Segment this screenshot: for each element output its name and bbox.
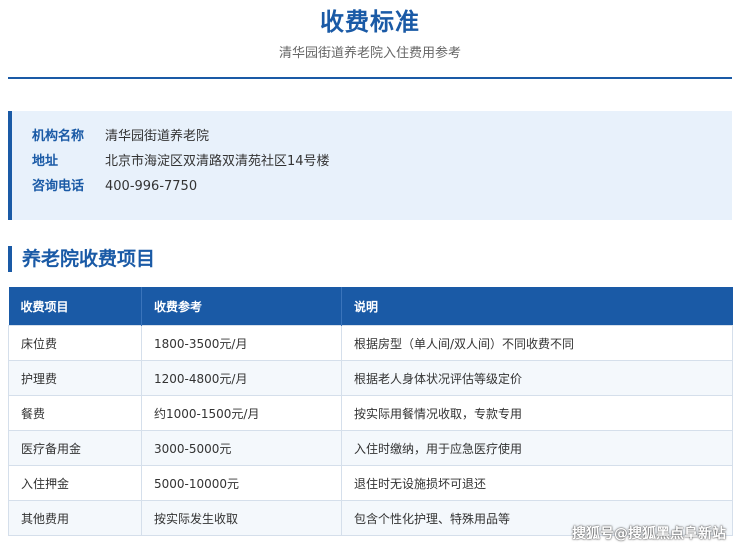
- column-header-reference: 收费参考: [141, 287, 342, 326]
- cell-note: 退住时无设施损坏可退还: [341, 465, 733, 501]
- table-header-row: 收费项目 收费参考 说明: [8, 287, 733, 326]
- cell-item: 入住押金: [8, 465, 142, 501]
- page-title: 收费标准: [320, 8, 420, 36]
- table-row: 入住押金 5000-10000元 退住时无设施损坏可退还: [8, 465, 733, 501]
- column-header-item: 收费项目: [8, 287, 142, 326]
- page-header: 收费标准 清华园街道养老院入住费用参考: [0, 0, 740, 80]
- cell-item: 餐费: [8, 395, 142, 431]
- cell-reference: 约1000-1500元/月: [141, 395, 342, 431]
- cell-note: 根据老人身体状况评估等级定价: [341, 360, 733, 396]
- cell-item: 其他费用: [8, 500, 142, 536]
- info-value-phone: 400-996-7750: [105, 179, 198, 194]
- table-row: 医疗备用金 3000-5000元 入住时缴纳，用于应急医疗使用: [8, 430, 733, 466]
- table-row: 床位费 1800-3500元/月 根据房型（单人间/双人间）不同收费不同: [8, 325, 733, 361]
- page-subtitle: 清华园街道养老院入住费用参考: [278, 46, 461, 61]
- info-label-name: 机构名称: [32, 129, 85, 144]
- cell-note: 入住时缴纳，用于应急医疗使用: [341, 430, 733, 466]
- cell-item: 床位费: [8, 325, 142, 361]
- cell-reference: 1200-4800元/月: [141, 360, 342, 396]
- info-value-name: 清华园街道养老院: [105, 129, 210, 144]
- cell-reference: 1800-3500元/月: [141, 325, 342, 361]
- cell-reference: 3000-5000元: [141, 430, 342, 466]
- cell-note: 按实际用餐情况收取，专款专用: [341, 395, 733, 431]
- column-header-note: 说明: [341, 287, 733, 326]
- cell-note: 根据房型（单人间/双人间）不同收费不同: [341, 325, 733, 361]
- info-value-address: 北京市海淀区双清路双清苑社区14号楼: [105, 154, 330, 169]
- table-row: 护理费 1200-4800元/月 根据老人身体状况评估等级定价: [8, 360, 733, 396]
- info-label-address: 地址: [32, 154, 59, 169]
- institution-info-box: 机构名称 清华园街道养老院 地址 北京市海淀区双清路双清苑社区14号楼 咨询电话…: [8, 111, 732, 220]
- header-divider: [8, 77, 732, 79]
- cell-item: 护理费: [8, 360, 142, 396]
- source-watermark: 搜狐号@搜狐黑点阜新站: [572, 526, 726, 542]
- section-title: 养老院收费项目: [8, 246, 155, 272]
- cell-reference: 按实际发生收取: [141, 500, 342, 536]
- cell-item: 医疗备用金: [8, 430, 142, 466]
- cell-reference: 5000-10000元: [141, 465, 342, 501]
- info-label-phone: 咨询电话: [32, 179, 85, 194]
- fee-table: 收费项目 收费参考 说明 床位费 1800-3500元/月 根据房型（单人间/双…: [8, 287, 733, 536]
- table-row: 餐费 约1000-1500元/月 按实际用餐情况收取，专款专用: [8, 395, 733, 431]
